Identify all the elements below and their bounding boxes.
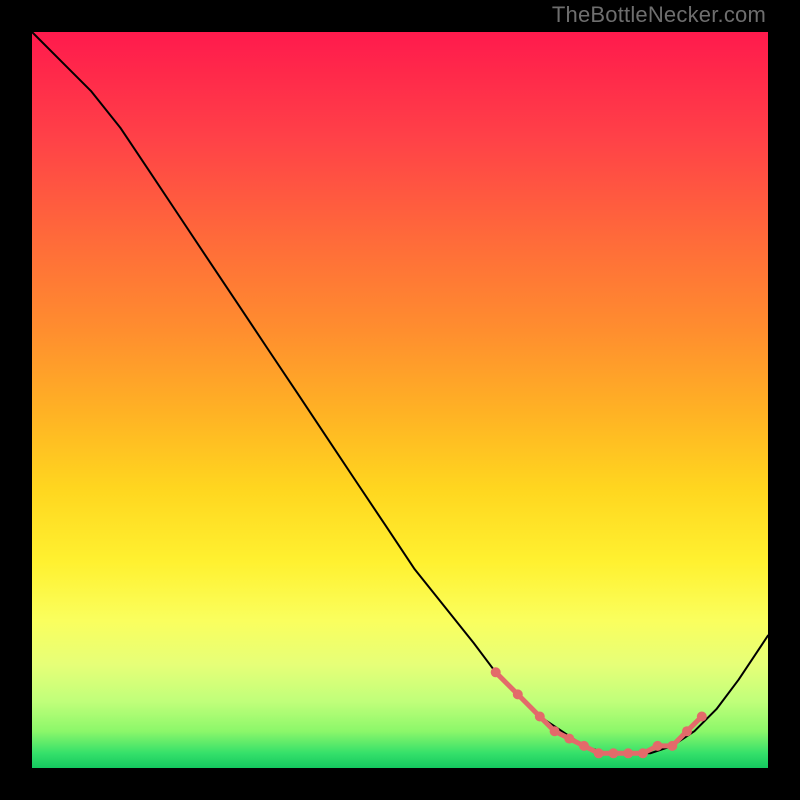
bottleneck-curve: [32, 32, 768, 753]
optimal-marker: [682, 726, 692, 736]
optimal-marker: [564, 734, 574, 744]
optimal-marker: [608, 748, 618, 758]
optimal-marker: [594, 748, 604, 758]
optimal-marker: [535, 712, 545, 722]
chart-frame: TheBottleNecker.com: [0, 0, 800, 800]
optimal-marker: [513, 689, 523, 699]
optimal-marker: [550, 726, 560, 736]
optimal-marker: [697, 712, 707, 722]
optimal-marker: [667, 741, 677, 751]
optimal-marker: [623, 748, 633, 758]
watermark-text: TheBottleNecker.com: [552, 2, 766, 28]
optimal-marker: [638, 748, 648, 758]
optimal-marker: [491, 667, 501, 677]
curve-svg: [32, 32, 768, 768]
plot-area: [32, 32, 768, 768]
optimal-marker: [653, 741, 663, 751]
optimal-marker: [579, 741, 589, 751]
